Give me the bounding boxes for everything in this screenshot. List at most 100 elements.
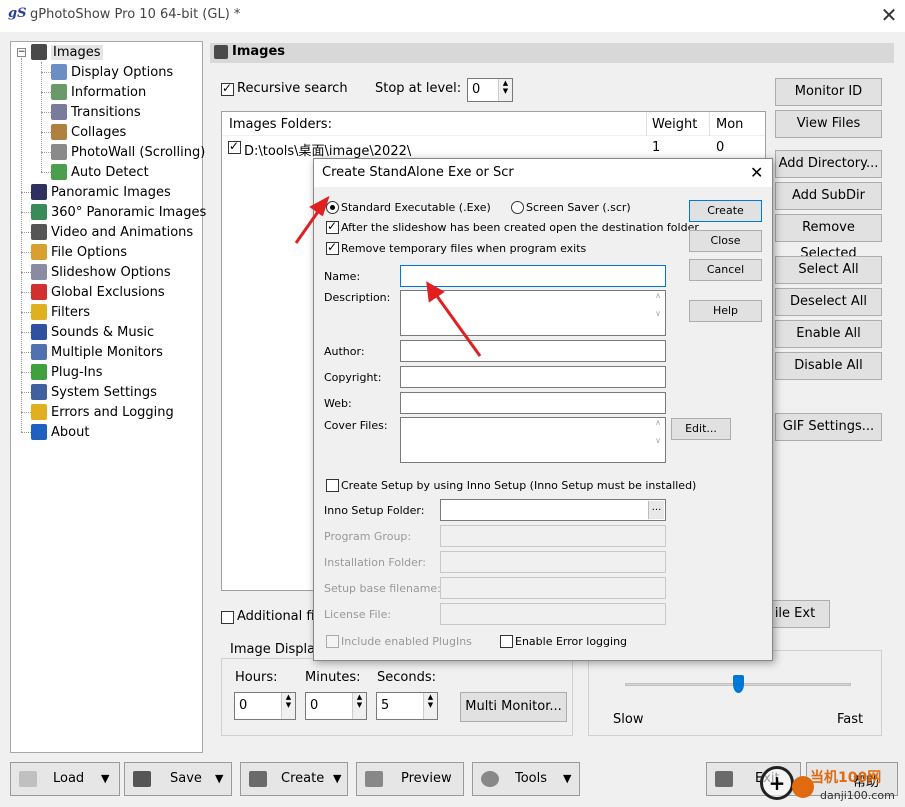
images-section-header: Images <box>210 43 894 63</box>
dialog-help-button[interactable]: Help <box>689 300 762 322</box>
program-group-field[interactable] <box>440 525 666 547</box>
gif-settings-button[interactable]: GIF Settings... <box>775 413 882 441</box>
author-field[interactable] <box>400 340 666 362</box>
scroll-arrows-icon[interactable]: ∧ ∨ <box>651 418 665 462</box>
sidebar-item-filters[interactable]: Filters <box>21 302 90 322</box>
sidebar-item-errors-and-logging[interactable]: Errors and Logging <box>21 402 174 422</box>
preview-button[interactable]: Preview <box>356 762 464 796</box>
inno-folder-field[interactable]: ... <box>440 499 666 521</box>
cover-files-field[interactable]: ∧ ∨ <box>400 417 666 463</box>
spin-arrows-icon[interactable]: ▲ ▼ <box>498 79 512 101</box>
recursive-search-label: Recursive search <box>237 81 348 96</box>
chevron-down-icon[interactable]: ▼ <box>563 772 571 785</box>
spin-arrows-icon[interactable]: ▲ ▼ <box>281 693 295 719</box>
dialog-close-button[interactable]: ✕ <box>750 163 763 182</box>
chevron-down-icon[interactable]: ▼ <box>215 772 223 785</box>
sidebar-item-transitions[interactable]: Transitions <box>41 102 141 122</box>
collapse-toggle-icon[interactable]: − <box>17 48 26 57</box>
minutes-spinner[interactable]: 0 ▲ ▼ <box>305 692 367 720</box>
weight-column-header[interactable]: Weight <box>652 117 697 132</box>
remove-selected-button[interactable]: Remove Selected <box>775 214 882 261</box>
app-logo-icon: gS <box>8 6 27 21</box>
multi-monitor-button[interactable]: Multi Monitor... <box>460 692 567 722</box>
sidebar-item-video-and-animations[interactable]: Video and Animations <box>21 222 193 242</box>
sidebar-item-multiple-monitors[interactable]: Multiple Monitors <box>21 342 163 362</box>
mon-column-header[interactable]: Mon <box>716 117 743 132</box>
name-field[interactable] <box>400 265 666 287</box>
window-close-button[interactable]: ✕ <box>876 2 902 28</box>
dialog-cancel-button[interactable]: Cancel <box>689 259 762 281</box>
sidebar-item-about[interactable]: About <box>21 422 89 442</box>
sidebar-item-label: Filters <box>51 304 90 320</box>
sidebar-item-plug-ins[interactable]: Plug-Ins <box>21 362 102 382</box>
chevron-down-icon[interactable]: ▼ <box>333 772 341 785</box>
section-title: Images <box>232 44 286 59</box>
seconds-spinner[interactable]: 5 ▲ ▼ <box>376 692 438 720</box>
monitor-icon <box>249 771 267 787</box>
table-row[interactable]: D:\tools\桌面\image\2022\ 1 0 <box>222 138 765 159</box>
sidebar-item-label: Errors and Logging <box>51 404 174 420</box>
title-bar: gS gPhotoShow Pro 10 64-bit (GL) * ✕ <box>0 0 905 32</box>
tools-button[interactable]: Tools ▼ <box>472 762 580 796</box>
inno-setup-checkbox[interactable] <box>326 479 339 492</box>
watermark-logo-icon: + <box>760 766 794 800</box>
sidebar-item-slideshow-options[interactable]: Slideshow Options <box>21 262 171 282</box>
tree-connector <box>21 432 31 433</box>
seconds-label: Seconds: <box>377 670 436 685</box>
remove-temp-checkbox[interactable] <box>326 240 339 255</box>
sidebar-item-auto-detect[interactable]: Auto Detect <box>41 162 149 182</box>
create-button[interactable]: Create ▼ <box>240 762 348 796</box>
load-button[interactable]: Load ▼ <box>10 762 120 796</box>
sidebar-item-display-options[interactable]: Display Options <box>41 62 173 82</box>
folders-column-header[interactable]: Images Folders: <box>229 117 332 132</box>
sidebar-item-system-settings[interactable]: System Settings <box>21 382 157 402</box>
sidebar-item-collages[interactable]: Collages <box>41 122 126 142</box>
disable-all-button[interactable]: Disable All <box>775 352 882 380</box>
web-field[interactable] <box>400 392 666 414</box>
enable-all-button[interactable]: Enable All <box>775 320 882 348</box>
additional-file-checkbox[interactable] <box>221 611 234 624</box>
dialog-close-action-button[interactable]: Close <box>689 230 762 252</box>
sidebar-item-information[interactable]: Information <box>41 82 146 102</box>
folder-enabled-checkbox[interactable] <box>228 139 241 154</box>
spin-arrows-icon[interactable]: ▲ ▼ <box>352 693 366 719</box>
sidebar-item-360-panoramic-images[interactable]: 360° Panoramic Images <box>21 202 206 222</box>
spin-arrows-icon[interactable]: ▲ ▼ <box>423 693 437 719</box>
screen-saver-radio[interactable] <box>511 201 524 214</box>
sidebar-item-label: Slideshow Options <box>51 264 171 280</box>
speed-slider-thumb[interactable] <box>733 675 744 693</box>
monitor-id-button[interactable]: Monitor ID <box>775 78 882 106</box>
recursive-search-checkbox[interactable] <box>221 81 234 96</box>
save-button[interactable]: Save ▼ <box>124 762 232 796</box>
sidebar-item-panoramic-images[interactable]: Panoramic Images <box>21 182 171 202</box>
sidebar-item-photowall-scrolling[interactable]: PhotoWall (Scrolling) <box>41 142 205 162</box>
add-directory-button[interactable]: Add Directory... <box>775 150 882 178</box>
install-folder-field[interactable] <box>440 551 666 573</box>
edit-cover-button[interactable]: Edit... <box>671 418 731 440</box>
name-label: Name: <box>324 270 361 283</box>
sidebar-item-images[interactable]: Images <box>31 42 103 62</box>
scroll-arrows-icon[interactable]: ∧ ∨ <box>651 291 665 335</box>
select-all-button[interactable]: Select All <box>775 256 882 284</box>
deselect-all-button[interactable]: Deselect All <box>775 288 882 316</box>
view-files-button[interactable]: View Files <box>775 110 882 138</box>
error-logging-checkbox[interactable] <box>500 635 513 648</box>
browse-button[interactable]: ... <box>648 501 664 519</box>
sidebar-item-global-exclusions[interactable]: Global Exclusions <box>21 282 165 302</box>
standard-exe-radio[interactable] <box>326 201 339 214</box>
open-folder-checkbox[interactable] <box>326 219 339 234</box>
copyright-field[interactable] <box>400 366 666 388</box>
tree-connector <box>21 412 31 413</box>
add-subdir-button[interactable]: Add SubDir <box>775 182 882 210</box>
include-plugins-checkbox[interactable] <box>326 635 339 648</box>
dialog-create-button[interactable]: Create <box>689 200 762 222</box>
sidebar-item-file-options[interactable]: File Options <box>21 242 127 262</box>
music-note-icon <box>31 324 47 340</box>
sidebar-item-sounds-music[interactable]: Sounds & Music <box>21 322 154 342</box>
setup-base-field[interactable] <box>440 577 666 599</box>
description-field[interactable]: ∧ ∨ <box>400 290 666 336</box>
hours-spinner[interactable]: 0 ▲ ▼ <box>234 692 296 720</box>
chevron-down-icon[interactable]: ▼ <box>101 772 109 785</box>
license-file-field[interactable] <box>440 603 666 625</box>
stop-level-spinner[interactable]: 0 ▲ ▼ <box>467 78 513 102</box>
